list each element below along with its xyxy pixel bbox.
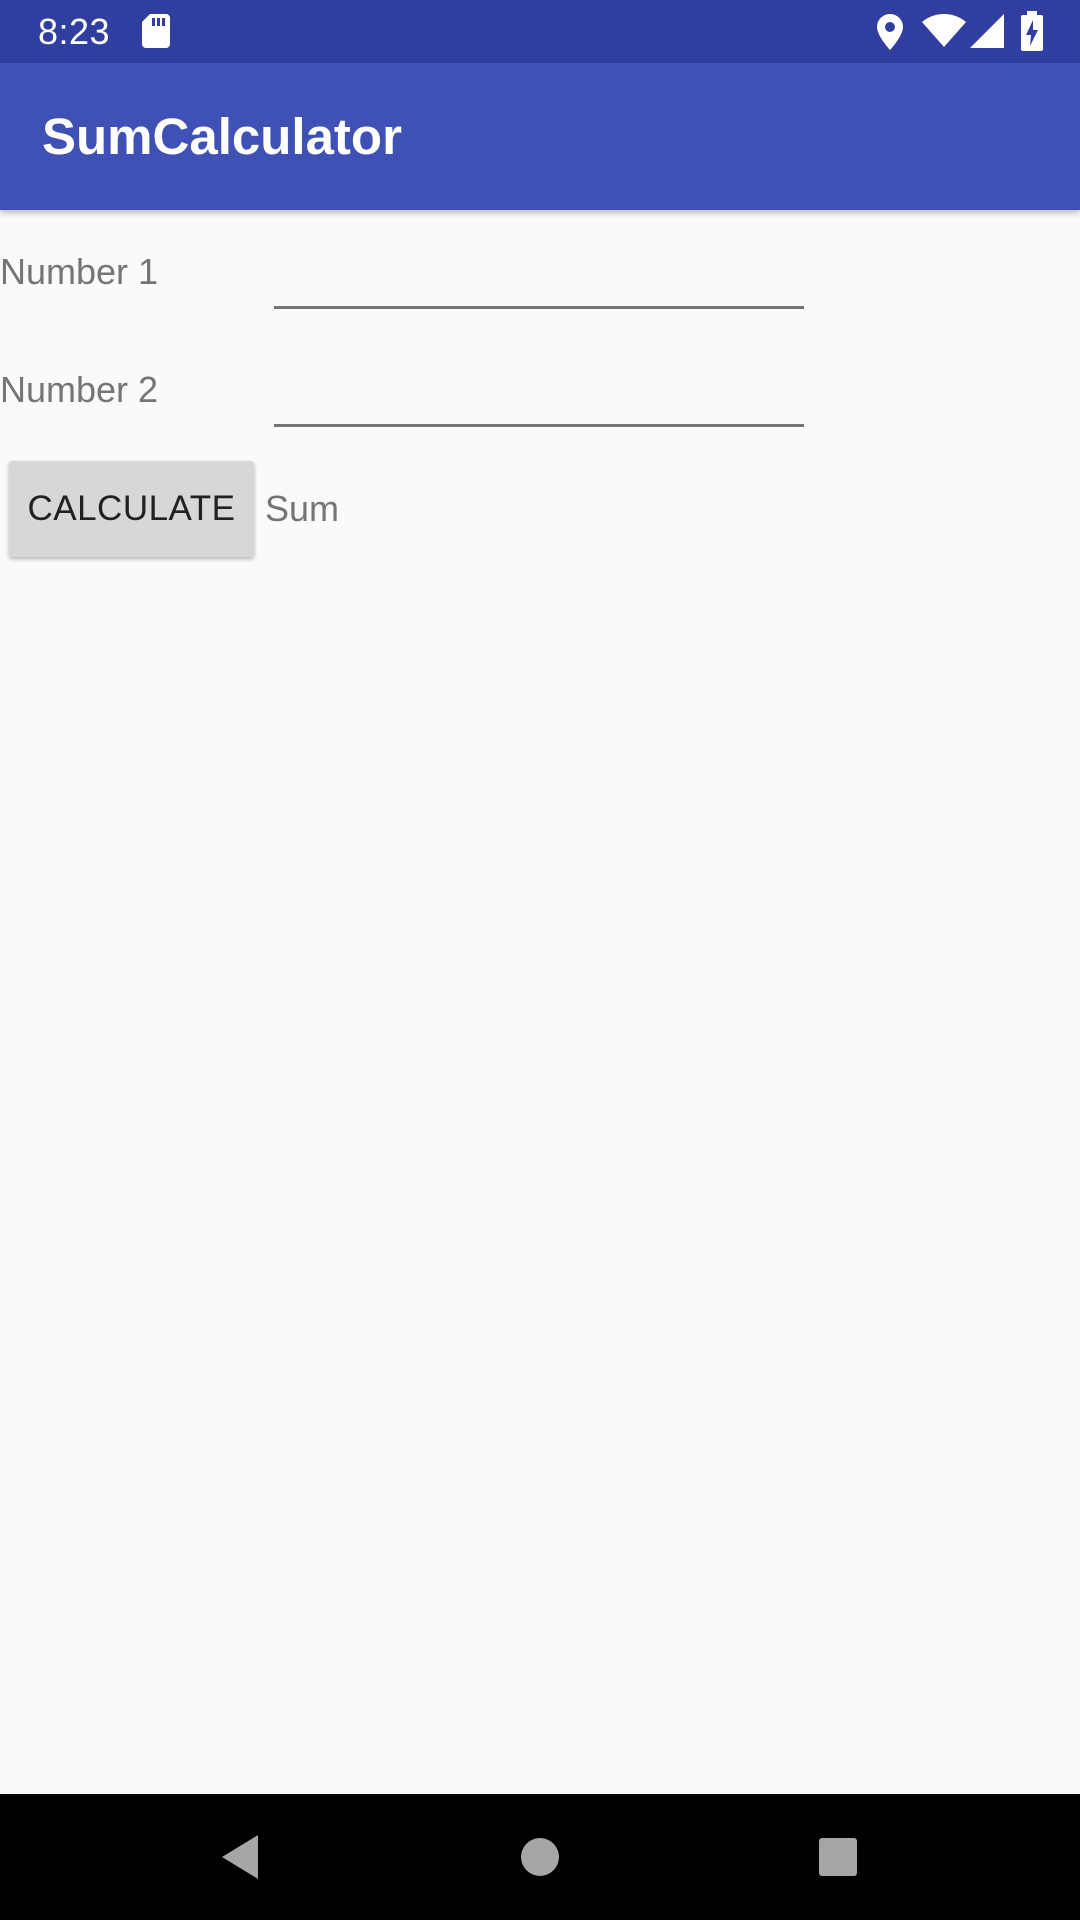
number2-input[interactable] [274,364,804,427]
cell-signal-icon [970,14,1004,53]
calculate-button[interactable]: CALCULATE [9,461,254,557]
status-bar: 8:23 [0,0,1080,63]
status-time: 8:23 [38,11,111,52]
home-icon[interactable] [510,1827,570,1887]
app-title: SumCalculator [42,108,402,165]
number1-label: Number 1 [0,251,159,292]
app-bar: SumCalculator [0,63,1080,210]
nav-bar [0,1794,1080,1920]
number2-label: Number 2 [0,369,159,410]
wifi-icon [922,14,966,53]
back-icon[interactable] [210,1827,270,1887]
number1-input[interactable] [274,246,804,309]
battery-charging-icon [1021,11,1043,56]
recents-icon[interactable] [808,1827,868,1887]
sd-card-icon [142,14,170,53]
sum-label: Sum [265,488,340,529]
screen: 8:23 SumCalculator Number 1 Number 2 CAL… [0,0,1080,1920]
location-icon [876,13,904,56]
